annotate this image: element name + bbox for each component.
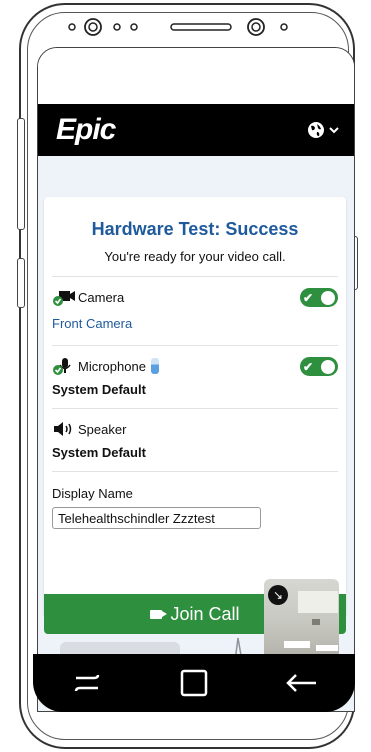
microphone-value[interactable]: System Default — [52, 382, 338, 397]
check-icon: ✔ — [303, 359, 314, 374]
camera-section: Camera Front Camera ✔ — [44, 277, 346, 345]
card-title: Hardware Test: Success — [91, 219, 299, 239]
toggle-knob — [321, 290, 335, 305]
toggle-knob — [321, 359, 335, 374]
phone-top-sensors — [68, 18, 288, 36]
main-content: Hardware Test: Success You're ready for … — [38, 156, 354, 711]
microphone-section: Microphone System Default ✔ — [44, 346, 346, 408]
chevron-down-icon — [329, 127, 339, 134]
language-selector[interactable] — [306, 120, 340, 140]
display-name-input[interactable] — [52, 507, 261, 529]
display-name-section: Display Name — [44, 472, 346, 537]
card-subtitle: You're ready for your video call. — [104, 249, 286, 264]
app-header: Epic — [38, 104, 354, 156]
microphone-label: Microphone — [78, 358, 146, 374]
hardware-test-card: Hardware Test: Success You're ready for … — [44, 197, 346, 617]
home-icon[interactable] — [174, 663, 214, 703]
camera-label: Camera — [78, 289, 125, 305]
globe-icon — [308, 122, 324, 138]
phone-side-button-left-lower — [17, 258, 25, 308]
microphone-icon — [52, 357, 76, 375]
microphone-toggle[interactable]: ✔ — [300, 357, 338, 376]
camera-icon — [52, 288, 76, 306]
speaker-label: Speaker — [78, 421, 127, 437]
speaker-icon — [52, 420, 76, 438]
check-icon: ✔ — [303, 290, 314, 305]
android-navigation-bar — [33, 654, 355, 712]
back-icon[interactable] — [281, 663, 321, 703]
video-camera-icon — [150, 609, 168, 619]
phone-screen: Epic Hardware Test: Success You're ready… — [37, 47, 355, 712]
phone-side-button-left — [17, 118, 25, 230]
camera-value[interactable]: Front Camera — [52, 316, 338, 331]
speaker-value[interactable]: System Default — [52, 445, 338, 460]
epic-logo: Epic — [56, 113, 116, 146]
join-call-label: Join Call — [170, 603, 240, 624]
status-bar — [38, 48, 354, 104]
recent-apps-icon[interactable] — [67, 663, 107, 703]
mic-level-meter — [150, 358, 159, 374]
speaker-section: Speaker System Default — [44, 409, 346, 471]
camera-toggle[interactable]: ✔ — [300, 288, 338, 307]
display-name-label: Display Name — [52, 486, 133, 501]
